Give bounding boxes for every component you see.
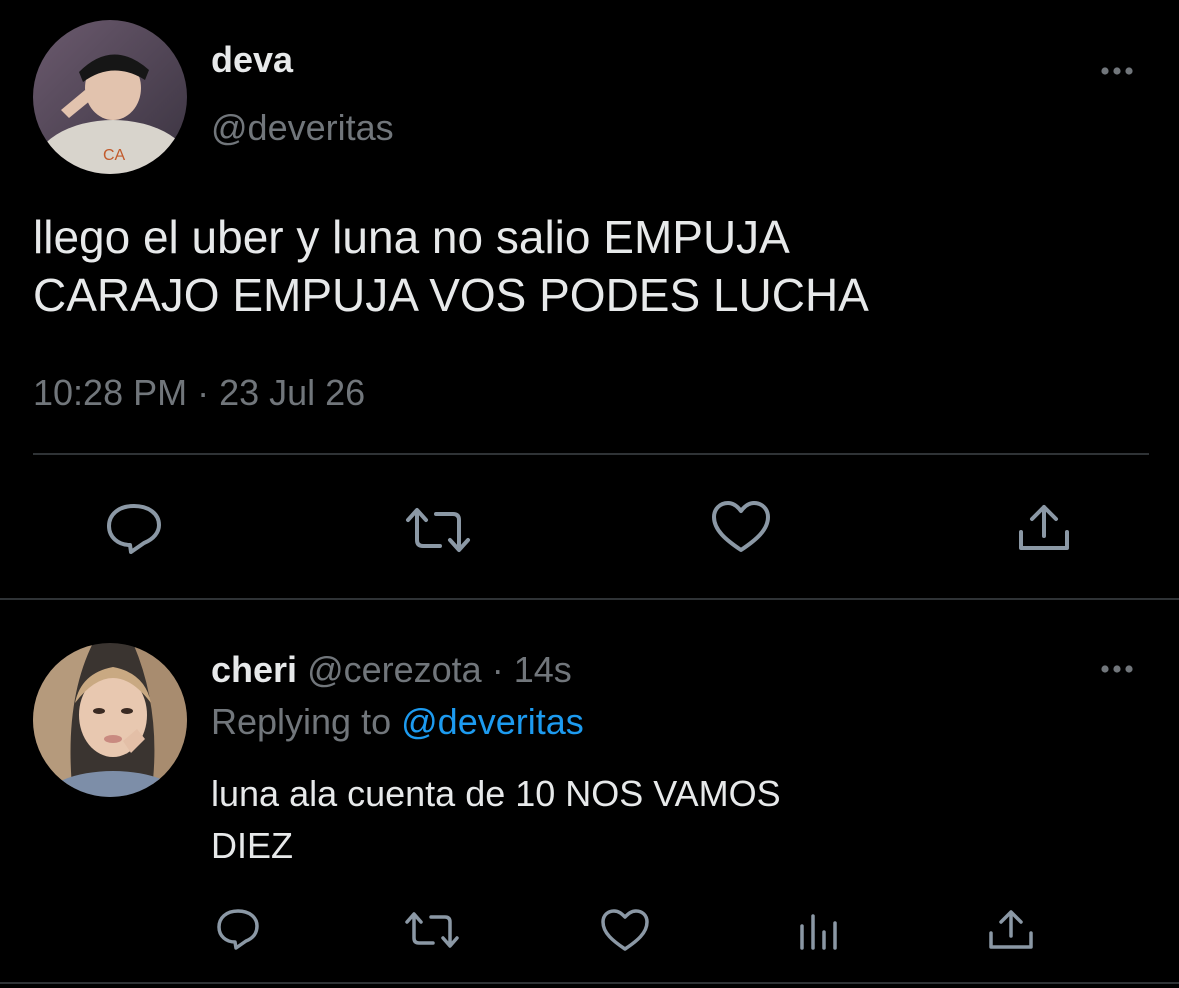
- author-display-name[interactable]: deva: [211, 40, 293, 80]
- analytics-icon: [800, 914, 837, 950]
- retweet-button[interactable]: [404, 506, 472, 554]
- svg-text:CA: CA: [103, 147, 126, 164]
- reply-text-line: luna ala cuenta de 10 NOS VAMOS: [211, 773, 781, 814]
- reply-share-button[interactable]: [987, 908, 1035, 952]
- retweet-icon: [406, 508, 470, 552]
- replying-to: Replying to @deveritas: [211, 702, 584, 742]
- share-icon: [989, 910, 1033, 949]
- more-options-button[interactable]: [1097, 61, 1137, 81]
- reply-header: cheri @cerezota · 14s: [211, 650, 572, 690]
- heart-icon: [712, 501, 770, 552]
- author-avatar[interactable]: CA: [33, 20, 187, 174]
- share-button[interactable]: [1016, 502, 1072, 554]
- divider: [33, 453, 1149, 455]
- reply-analytics-button[interactable]: [797, 912, 841, 952]
- reply-button[interactable]: [104, 502, 164, 554]
- reply-author-avatar[interactable]: [33, 643, 187, 797]
- reply-icon: [217, 909, 259, 950]
- author-handle[interactable]: @deveritas: [211, 108, 394, 148]
- reply-text-line: DIEZ: [211, 825, 294, 866]
- reply-retweet-button[interactable]: [404, 910, 460, 950]
- share-icon: [1019, 505, 1069, 550]
- reply-reply-button[interactable]: [214, 907, 262, 951]
- reply-author-display-name[interactable]: cheri: [211, 649, 297, 690]
- reply-icon: [107, 504, 161, 554]
- divider: [0, 598, 1179, 600]
- like-button[interactable]: [710, 500, 772, 554]
- reply-text: luna ala cuenta de 10 NOS VAMOS DIEZ: [211, 768, 781, 872]
- tweet-timestamp[interactable]: 10:28 PM · 23 Jul 26: [33, 372, 365, 414]
- more-icon: [1101, 665, 1133, 673]
- retweet-icon: [405, 912, 459, 948]
- tweet-text-line: llego el uber y luna no salio EMPUJA: [33, 211, 790, 263]
- reply-time-ago[interactable]: · 14s: [492, 649, 572, 690]
- reply-like-button[interactable]: [600, 908, 650, 952]
- more-icon: [1101, 67, 1133, 75]
- tweet-text: llego el uber y luna no salio EMPUJA CAR…: [33, 208, 869, 324]
- divider: [0, 982, 1179, 984]
- reply-more-options-button[interactable]: [1097, 659, 1137, 679]
- heart-icon: [601, 909, 649, 951]
- replying-to-label: Replying to: [211, 701, 392, 742]
- reply-author-handle[interactable]: @cerezota: [307, 649, 482, 690]
- replying-to-handle-link[interactable]: @deveritas: [401, 701, 584, 742]
- tweet-text-line: CARAJO EMPUJA VOS PODES LUCHA: [33, 269, 869, 321]
